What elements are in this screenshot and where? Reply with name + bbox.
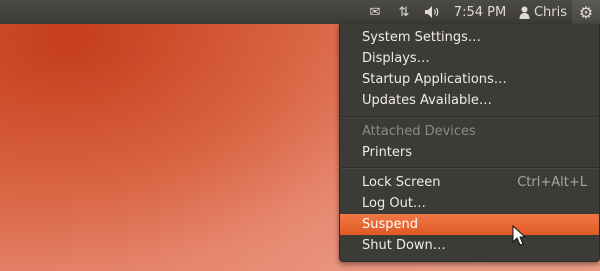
user-name: Chris bbox=[533, 4, 568, 20]
menu-item-log-out[interactable]: Log Out… bbox=[340, 193, 599, 214]
menu-item-label: Startup Applications… bbox=[362, 72, 507, 87]
menu-item-startup-applications[interactable]: Startup Applications… bbox=[340, 69, 599, 90]
envelope-icon: ✉ bbox=[369, 4, 381, 20]
person-icon bbox=[519, 6, 530, 19]
network-indicator[interactable]: ⇅ bbox=[393, 0, 415, 24]
menu-item-label: Log Out… bbox=[362, 196, 426, 211]
menu-separator bbox=[341, 116, 598, 118]
menu-item-shut-down[interactable]: Shut Down… bbox=[340, 235, 599, 256]
menu-item-displays[interactable]: Displays… bbox=[340, 48, 599, 69]
menu-item-label: Shut Down… bbox=[362, 238, 446, 253]
session-indicator[interactable]: ⚙ bbox=[572, 0, 600, 24]
user-indicator[interactable]: Chris bbox=[513, 0, 573, 24]
speaker-icon bbox=[425, 6, 439, 18]
menu-item-shortcut: Ctrl+Alt+L bbox=[517, 175, 587, 190]
menu-item-label: System Settings… bbox=[362, 30, 481, 45]
clock-time: 7:54 PM bbox=[453, 4, 507, 20]
menu-item-lock-screen[interactable]: Lock Screen Ctrl+Alt+L bbox=[340, 172, 599, 193]
mail-indicator[interactable]: ✉ bbox=[364, 0, 386, 24]
menu-separator bbox=[341, 167, 598, 169]
clock-indicator[interactable]: 7:54 PM bbox=[451, 0, 509, 24]
menu-item-label: Displays… bbox=[362, 51, 430, 66]
menu-header-attached-devices: Attached Devices bbox=[340, 121, 599, 142]
session-menu: System Settings… Displays… Startup Appli… bbox=[339, 24, 600, 262]
menu-item-label: Attached Devices bbox=[362, 124, 476, 139]
mouse-pointer-icon bbox=[512, 225, 527, 246]
network-arrows-icon: ⇅ bbox=[398, 4, 410, 20]
menu-item-label: Suspend bbox=[362, 217, 419, 232]
menu-item-system-settings[interactable]: System Settings… bbox=[340, 27, 599, 48]
menu-item-printers[interactable]: Printers bbox=[340, 142, 599, 163]
top-panel: ✉ ⇅ 7:54 PM Chris ⚙ bbox=[0, 0, 600, 24]
gear-icon: ⚙ bbox=[578, 2, 594, 22]
menu-item-suspend[interactable]: Suspend bbox=[340, 214, 599, 235]
menu-item-label: Updates Available… bbox=[362, 93, 492, 108]
menu-item-label: Printers bbox=[362, 145, 413, 160]
menu-item-label: Lock Screen bbox=[362, 175, 441, 190]
sound-indicator[interactable] bbox=[421, 0, 445, 24]
menu-item-updates-available[interactable]: Updates Available… bbox=[340, 90, 599, 111]
